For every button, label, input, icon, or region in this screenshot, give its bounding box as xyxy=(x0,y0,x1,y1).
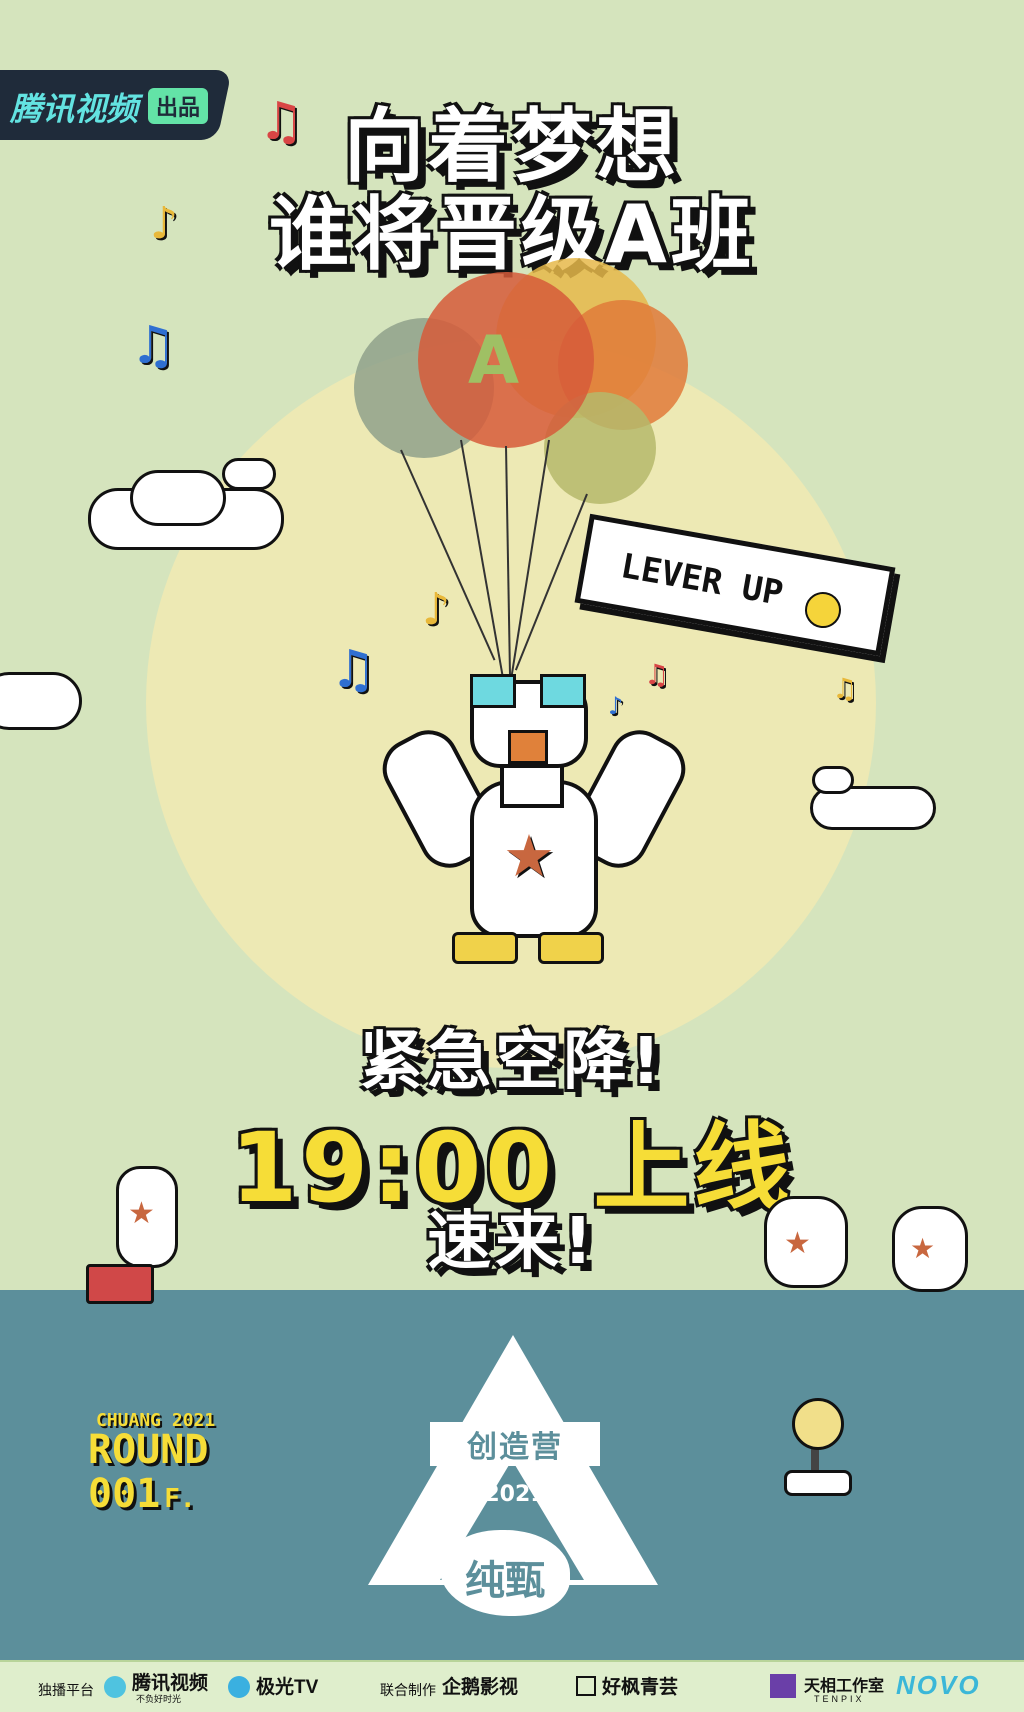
goose-foot xyxy=(538,932,604,964)
music-note-icon: ♫ xyxy=(330,640,377,700)
star-icon: ★ xyxy=(128,1196,155,1231)
logo-title: 创造营 xyxy=(430,1422,600,1466)
music-note-icon: ♪ xyxy=(422,584,451,635)
footer-studio-sub: TENPIX xyxy=(814,1694,865,1704)
round-badge-line-2: 001 xyxy=(88,1471,161,1517)
goose-bow-right xyxy=(540,674,586,708)
round-badge-main: ROUND 001 F. xyxy=(88,1428,208,1521)
cloud-icon xyxy=(130,470,226,526)
footer-coprod-label: 联合制作 xyxy=(380,1682,436,1698)
star-icon: ★ xyxy=(784,1226,811,1261)
goose-foot xyxy=(452,932,518,964)
cta-emergency: 紧急空降! xyxy=(359,1025,665,1099)
sponsor-name: 纯甄 xyxy=(465,1558,545,1604)
radio-icon xyxy=(86,1264,154,1304)
footer-platform-1: 腾讯视频 xyxy=(132,1673,209,1694)
music-note-icon: ♫ xyxy=(832,672,858,705)
logo-year: 2021 xyxy=(484,1482,546,1507)
joystick-icon xyxy=(792,1398,844,1450)
footer-exclusive-label: 独播平台 xyxy=(38,1682,94,1698)
music-note-icon: ♫ xyxy=(130,316,177,376)
cloud-icon xyxy=(0,672,82,730)
cloud-icon xyxy=(222,458,276,490)
footer-partner: NOVO xyxy=(896,1670,981,1700)
cloud-icon xyxy=(812,766,854,794)
music-note-icon: ♫ xyxy=(258,92,305,152)
tenpix-icon xyxy=(770,1674,796,1698)
aurora-tv-icon xyxy=(228,1676,250,1698)
balloon-letter: A xyxy=(468,322,520,399)
goose-bow-left xyxy=(470,674,516,708)
music-note-icon: ♪ xyxy=(150,198,179,249)
joystick-base xyxy=(784,1470,852,1496)
footer-platform-2: 极光TV xyxy=(256,1677,319,1698)
footer-coprod-1: 企鹅影视 xyxy=(442,1677,519,1698)
music-note-icon: ♫ xyxy=(644,658,670,691)
tencent-video-icon xyxy=(104,1676,126,1698)
round-badge-suffix: F. xyxy=(164,1484,196,1514)
music-note-icon: ♪ xyxy=(608,692,624,720)
star-icon: ★ xyxy=(503,822,555,890)
footer-studio: 天相工作室 xyxy=(804,1678,885,1695)
haofeng-icon xyxy=(576,1676,596,1696)
registered-mark: ® xyxy=(572,1516,586,1532)
goose-beak xyxy=(508,730,548,764)
footer-coprod-2: 好枫青芸 xyxy=(602,1677,679,1698)
footer-platform-1-sub: 不负好时光 xyxy=(136,1694,182,1704)
star-icon: ★ xyxy=(910,1232,936,1265)
round-badge-line-1: ROUND xyxy=(88,1427,209,1473)
